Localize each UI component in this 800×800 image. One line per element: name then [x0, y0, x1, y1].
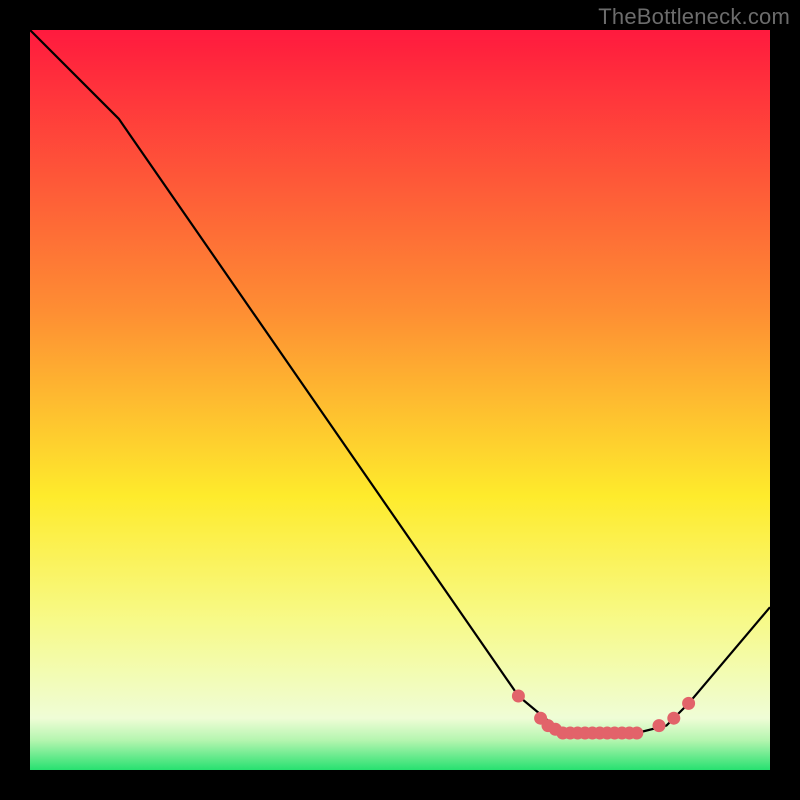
watermark-text: TheBottleneck.com [598, 4, 790, 30]
marker-dot [682, 697, 695, 710]
chart-svg [30, 30, 770, 770]
plot-area [30, 30, 770, 770]
marker-dot [630, 727, 643, 740]
marker-dot [653, 719, 666, 732]
marker-dot [512, 690, 525, 703]
marker-dot [667, 712, 680, 725]
chart-frame: TheBottleneck.com [0, 0, 800, 800]
gradient-background [30, 30, 770, 770]
